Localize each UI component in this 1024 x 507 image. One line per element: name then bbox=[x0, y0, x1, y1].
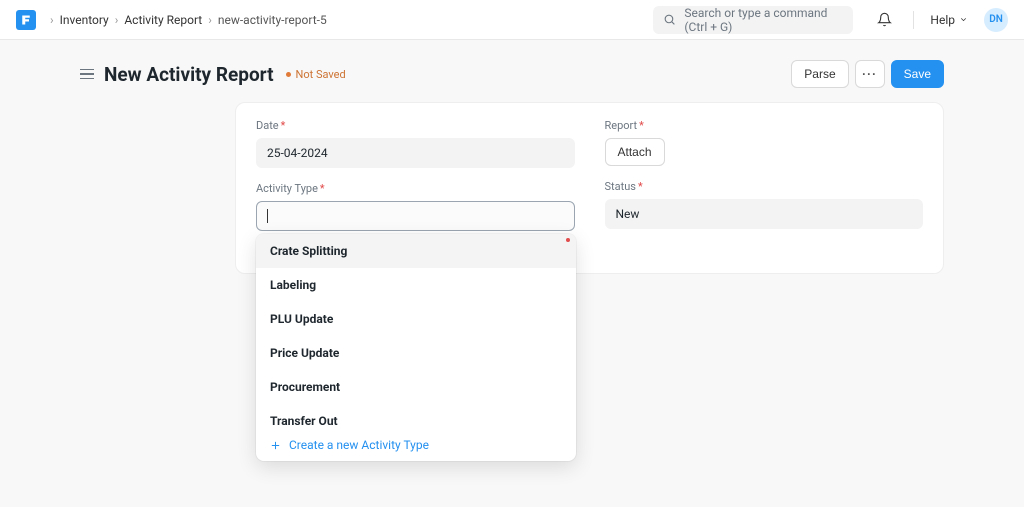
chevron-right-icon: › bbox=[208, 13, 212, 27]
form-column-left: Date* 25-04-2024 Activity Type* bbox=[256, 119, 575, 245]
page-header: New Activity Report Not Saved Parse ··· … bbox=[80, 60, 944, 102]
dropdown-option[interactable]: Crate Splitting bbox=[256, 234, 576, 268]
chevron-right-icon: › bbox=[115, 13, 119, 27]
not-saved-label: Not Saved bbox=[296, 68, 346, 81]
notifications-button[interactable] bbox=[871, 7, 897, 33]
date-input[interactable]: 25-04-2024 bbox=[256, 138, 575, 168]
status-dot-icon bbox=[286, 72, 291, 77]
date-value: 25-04-2024 bbox=[267, 146, 328, 160]
dropdown-option[interactable]: Transfer Out bbox=[256, 404, 576, 429]
breadcrumb: › Inventory › Activity Report › new-acti… bbox=[50, 13, 327, 27]
activity-type-dropdown: Crate Splitting Labeling PLU Update Pric… bbox=[256, 234, 576, 461]
help-menu[interactable]: Help bbox=[930, 13, 968, 27]
search-placeholder: Search or type a command (Ctrl + G) bbox=[684, 6, 843, 34]
dropdown-option[interactable]: Labeling bbox=[256, 268, 576, 302]
help-label: Help bbox=[930, 13, 955, 27]
dropdown-scroll[interactable]: Crate Splitting Labeling PLU Update Pric… bbox=[256, 234, 576, 429]
not-saved-indicator: Not Saved bbox=[286, 68, 346, 81]
breadcrumb-link-activity-report[interactable]: Activity Report bbox=[124, 13, 202, 27]
field-activity-type: Activity Type* Crate Splitting Labeling bbox=[256, 182, 575, 231]
parse-button[interactable]: Parse bbox=[791, 60, 848, 88]
form-column-right: Report* Attach Status* New bbox=[605, 119, 924, 245]
top-nav-bar: › Inventory › Activity Report › new-acti… bbox=[0, 0, 1024, 40]
user-avatar[interactable]: DN bbox=[984, 8, 1008, 32]
app-logo[interactable] bbox=[16, 10, 36, 30]
chevron-down-icon bbox=[959, 15, 968, 24]
date-label: Date* bbox=[256, 119, 575, 132]
divider bbox=[913, 11, 914, 29]
indicator-dot-icon bbox=[566, 238, 570, 242]
plus-icon bbox=[270, 440, 281, 451]
page-title: New Activity Report bbox=[104, 63, 274, 86]
breadcrumb-current: new-activity-report-5 bbox=[218, 13, 327, 27]
field-date: Date* 25-04-2024 bbox=[256, 119, 575, 168]
chevron-right-icon: › bbox=[50, 13, 54, 27]
status-value: New bbox=[616, 207, 640, 221]
status-input[interactable]: New bbox=[605, 199, 924, 229]
more-actions-button[interactable]: ··· bbox=[855, 60, 885, 88]
attach-button[interactable]: Attach bbox=[605, 138, 665, 166]
report-label: Report* bbox=[605, 119, 924, 132]
dropdown-option[interactable]: Price Update bbox=[256, 336, 576, 370]
create-new-label: Create a new Activity Type bbox=[289, 438, 429, 452]
create-new-activity-type[interactable]: Create a new Activity Type bbox=[256, 429, 576, 461]
activity-type-label: Activity Type* bbox=[256, 182, 575, 195]
field-status: Status* New bbox=[605, 180, 924, 229]
field-report: Report* Attach bbox=[605, 119, 924, 166]
save-button[interactable]: Save bbox=[891, 60, 944, 88]
breadcrumb-link-inventory[interactable]: Inventory bbox=[60, 13, 109, 27]
search-icon bbox=[663, 13, 676, 26]
sidebar-toggle[interactable] bbox=[80, 69, 94, 80]
dropdown-option[interactable]: Procurement bbox=[256, 370, 576, 404]
activity-type-input[interactable] bbox=[256, 201, 575, 231]
status-label: Status* bbox=[605, 180, 924, 193]
dropdown-option[interactable]: PLU Update bbox=[256, 302, 576, 336]
global-search[interactable]: Search or type a command (Ctrl + G) bbox=[653, 6, 853, 34]
form-card: Date* 25-04-2024 Activity Type* bbox=[235, 102, 944, 274]
bell-icon bbox=[877, 12, 892, 27]
